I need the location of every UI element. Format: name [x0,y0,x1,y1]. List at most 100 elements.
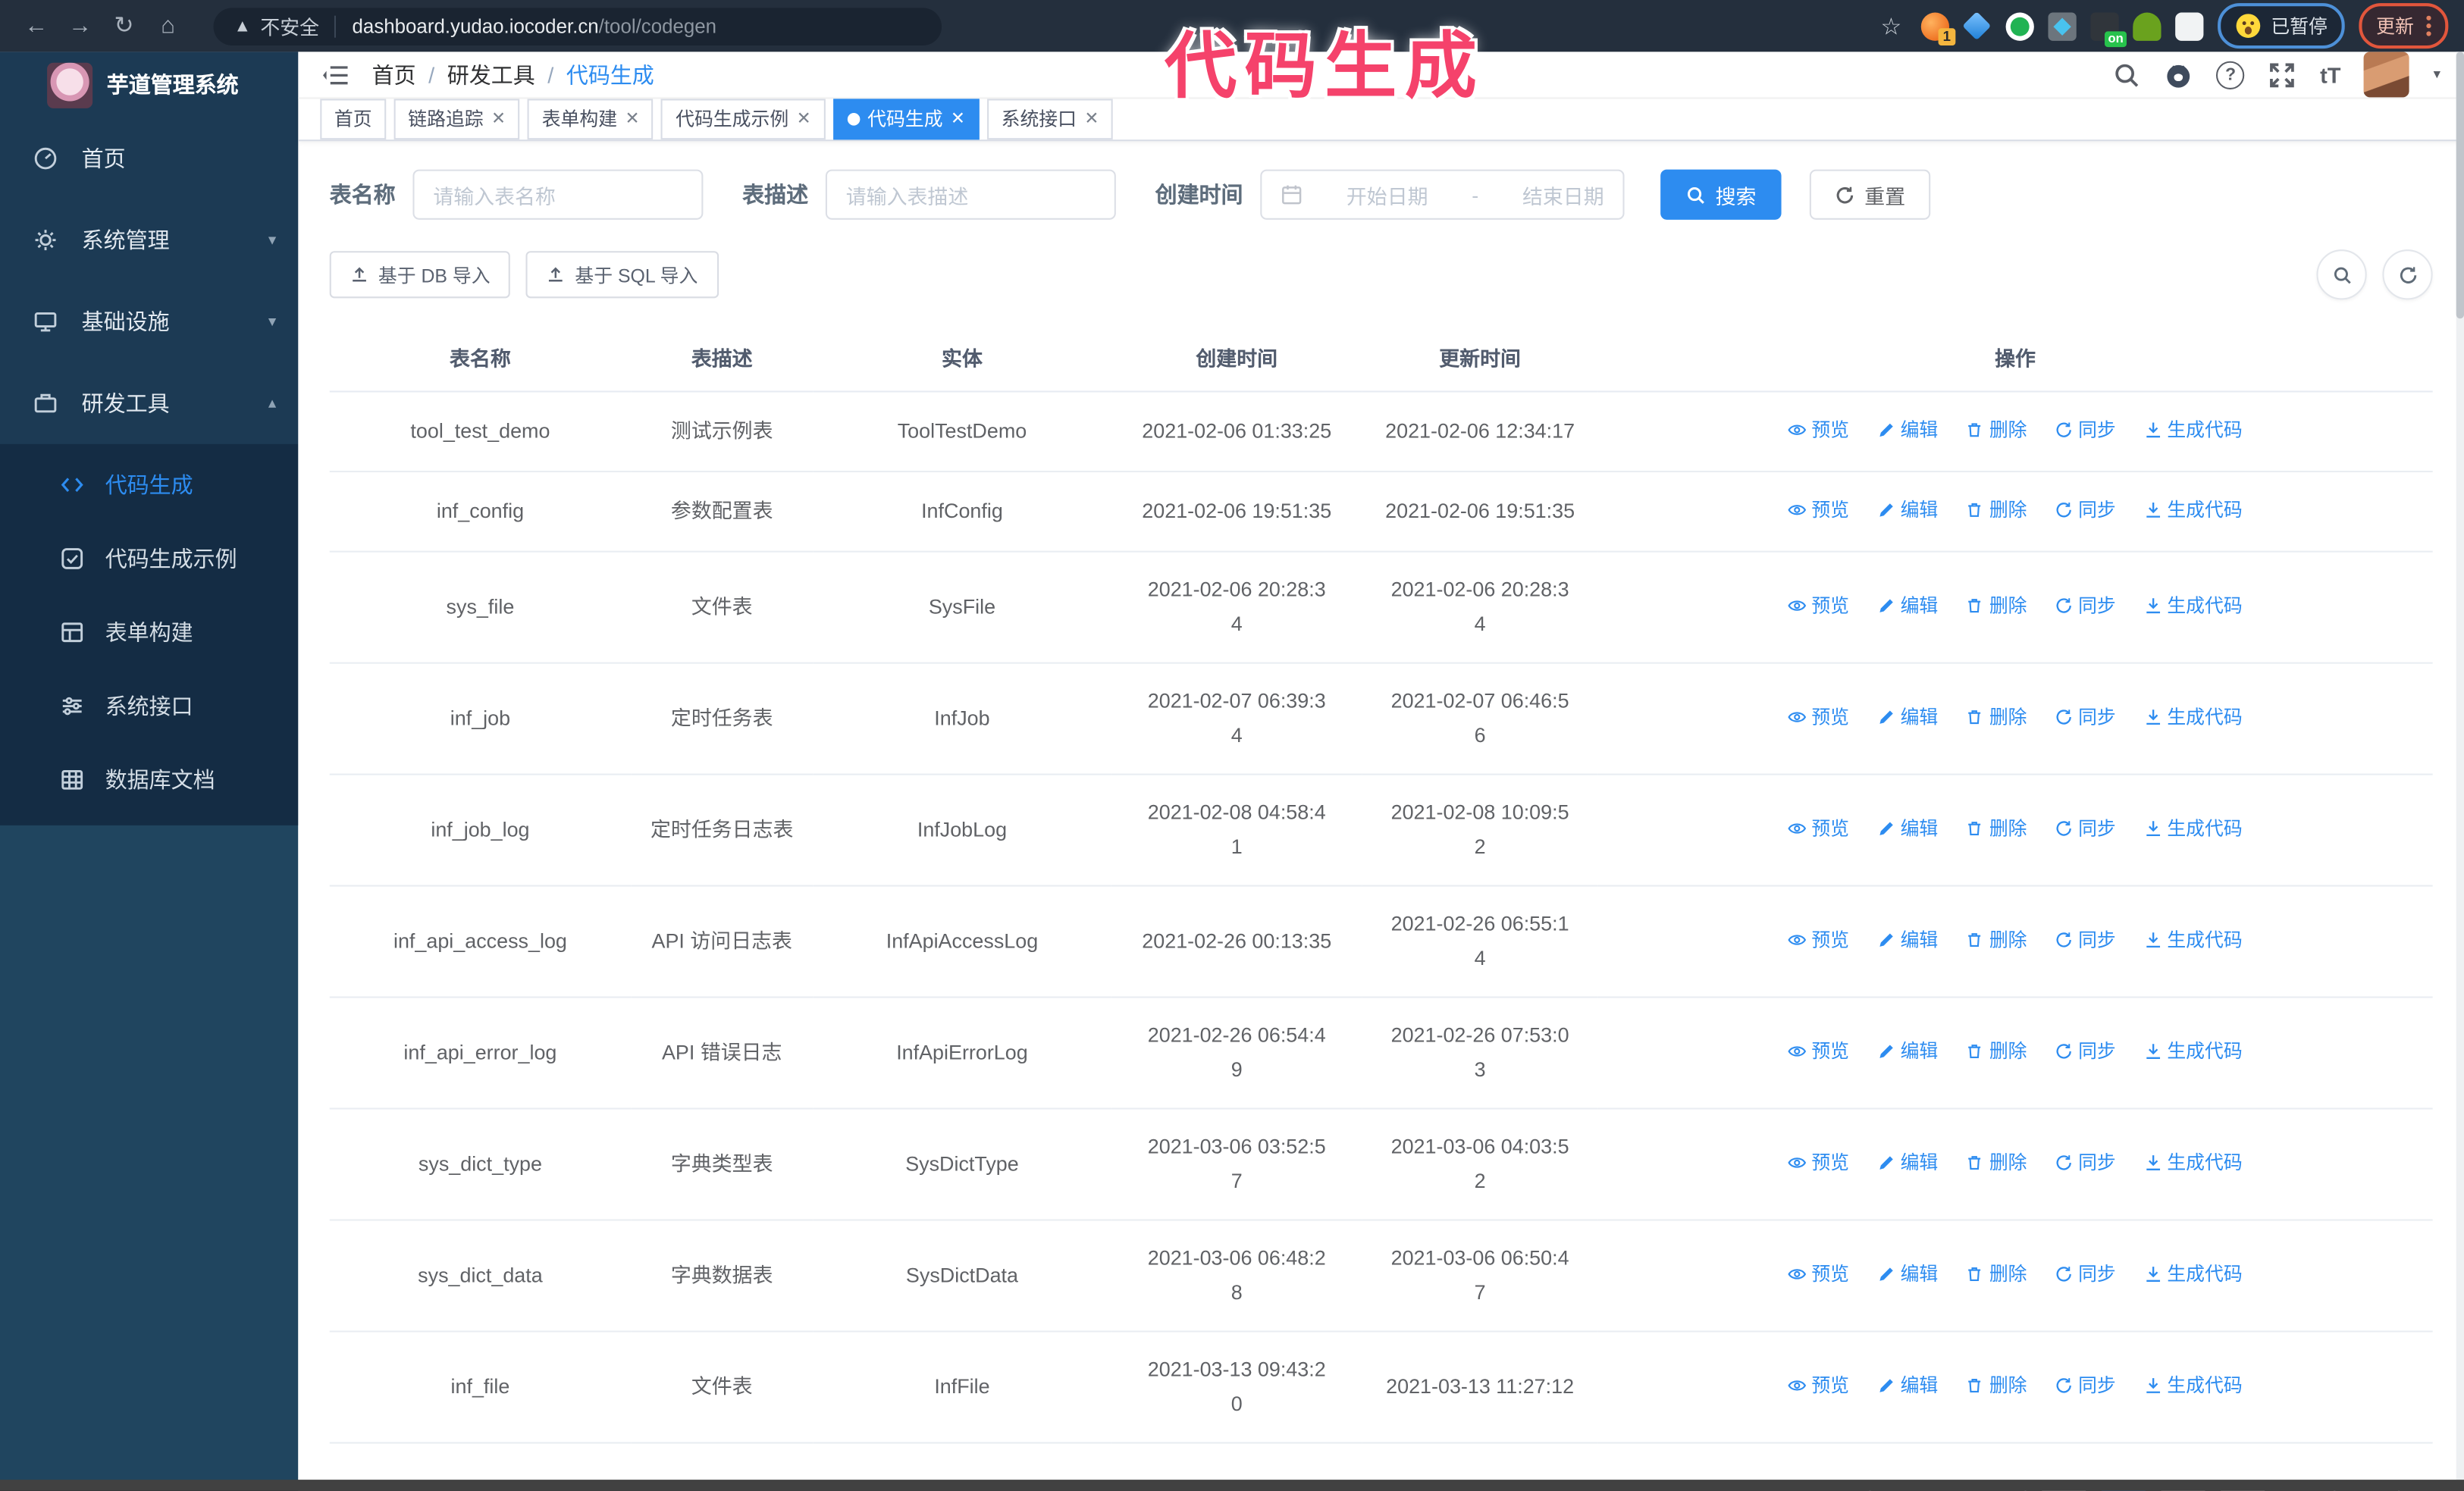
table-name-input[interactable]: 请输入表名称 [412,169,704,220]
avatar-caret-icon[interactable]: ▾ [2434,66,2440,83]
reset-button[interactable]: 重置 [1809,169,1931,220]
preview-link[interactable]: 预览 [1788,922,1849,957]
browser-back-button[interactable]: ← [16,5,57,46]
preview-link[interactable]: 预览 [1788,1257,1849,1292]
edit-link[interactable]: 编辑 [1877,412,1938,447]
sync-link[interactable]: 同步 [2055,1145,2116,1180]
url-bar[interactable]: ▲ 不安全 dashboard.yudao.iocoder.cn/tool/co… [213,7,942,45]
extension-key-icon[interactable] [2133,11,2161,40]
hamburger-toggle-icon[interactable] [321,62,350,87]
sync-link[interactable]: 同步 [2055,412,2116,447]
help-icon[interactable]: ? [2216,60,2245,89]
generate-code-link[interactable]: 生成代码 [2143,1368,2243,1403]
delete-link[interactable]: 删除 [1966,1034,2027,1069]
tab-tracing[interactable]: 链路追踪 ✕ [393,99,520,140]
sidebar-item-codegen[interactable]: 代码生成 [0,447,298,521]
edit-link[interactable]: 编辑 [1877,493,1938,528]
tab-codegen[interactable]: 代码生成 ✕ [832,99,980,140]
font-size-icon[interactable]: tT [2320,62,2340,87]
github-icon[interactable] [2165,61,2193,89]
delete-link[interactable]: 删除 [1966,412,2027,447]
preview-link[interactable]: 预览 [1788,1034,1849,1069]
sidebar-item-home[interactable]: 首页 [0,117,298,199]
sync-link[interactable]: 同步 [2055,1034,2116,1069]
edit-link[interactable]: 编辑 [1877,811,1938,846]
generate-code-link[interactable]: 生成代码 [2143,1034,2243,1069]
tab-codegen-example[interactable]: 代码生成示例 ✕ [661,99,826,140]
sidebar-item-infrastructure[interactable]: 基础设施 ▾ [0,281,298,363]
generate-code-link[interactable]: 生成代码 [2143,700,2243,735]
search-button[interactable]: 搜索 [1660,169,1782,220]
avatar[interactable] [2364,52,2410,98]
generate-code-link[interactable]: 生成代码 [2143,811,2243,846]
delete-link[interactable]: 删除 [1966,811,2027,846]
sync-link[interactable]: 同步 [2055,811,2116,846]
preview-link[interactable]: 预览 [1788,1145,1849,1180]
bookmark-star-icon[interactable]: ☆ [1876,12,1907,40]
delete-link[interactable]: 删除 [1966,493,2027,528]
preview-link[interactable]: 预览 [1788,412,1849,447]
toggle-search-button[interactable] [2316,249,2367,300]
table-desc-input[interactable]: 请输入表描述 [825,169,1116,220]
preview-link[interactable]: 预览 [1788,811,1849,846]
extension-switch-icon[interactable]: on [2090,11,2127,47]
preview-link[interactable]: 预览 [1788,588,1849,623]
generate-code-link[interactable]: 生成代码 [2143,412,2243,447]
tab-form-builder[interactable]: 表单构建 ✕ [528,99,654,140]
fullscreen-icon[interactable] [2268,61,2296,89]
extension-shield-icon[interactable] [2005,11,2034,40]
kebab-menu-icon[interactable] [2426,15,2431,36]
delete-link[interactable]: 删除 [1966,922,2027,957]
tab-close-icon[interactable]: ✕ [951,100,965,138]
delete-link[interactable]: 删除 [1966,700,2027,735]
delete-link[interactable]: 删除 [1966,1145,2027,1180]
edit-link[interactable]: 编辑 [1877,1034,1938,1069]
tab-close-icon[interactable]: ✕ [625,100,639,138]
browser-home-button[interactable]: ⌂ [148,5,189,46]
tab-system-api[interactable]: 系统接口 ✕ [986,99,1114,140]
generate-code-link[interactable]: 生成代码 [2143,1145,2243,1180]
paused-badge[interactable]: 已暂停 [2217,3,2345,49]
sync-link[interactable]: 同步 [2055,1368,2116,1403]
sync-link[interactable]: 同步 [2055,922,2116,957]
extension-panel-icon[interactable] [2048,11,2077,40]
edit-link[interactable]: 编辑 [1877,1145,1938,1180]
extension-gem-icon[interactable] [1962,11,1992,40]
generate-code-link[interactable]: 生成代码 [2143,493,2243,528]
edit-link[interactable]: 编辑 [1877,1368,1938,1403]
sidebar-item-system-api[interactable]: 系统接口 [0,669,298,742]
sidebar-item-devtools[interactable]: 研发工具 ▴ [0,362,298,444]
tab-close-icon[interactable]: ✕ [1084,100,1099,138]
sidebar-logo-row[interactable]: 芋道管理系统 [0,52,298,117]
breadcrumb-devtools[interactable]: 研发工具 [447,59,535,90]
delete-link[interactable]: 删除 [1966,1257,2027,1292]
sync-link[interactable]: 同步 [2055,588,2116,623]
edit-link[interactable]: 编辑 [1877,922,1938,957]
db-import-button[interactable]: 基于 DB 导入 [329,251,511,299]
sync-link[interactable]: 同步 [2055,493,2116,528]
browser-forward-button[interactable]: → [60,5,101,46]
edit-link[interactable]: 编辑 [1877,700,1938,735]
generate-code-link[interactable]: 生成代码 [2143,1257,2243,1292]
sql-import-button[interactable]: 基于 SQL 导入 [526,251,719,299]
refresh-table-button[interactable] [2382,249,2433,300]
sync-link[interactable]: 同步 [2055,700,2116,735]
delete-link[interactable]: 删除 [1966,588,2027,623]
generate-code-link[interactable]: 生成代码 [2143,922,2243,957]
generate-code-link[interactable]: 生成代码 [2143,588,2243,623]
tab-close-icon[interactable]: ✕ [797,100,811,138]
tab-close-icon[interactable]: ✕ [491,100,506,138]
edit-link[interactable]: 编辑 [1877,588,1938,623]
browser-reload-button[interactable]: ↻ [104,5,145,46]
date-range-picker[interactable]: 开始日期 - 结束日期 [1260,169,1625,220]
extensions-puzzle-icon[interactable] [2175,11,2204,40]
sidebar-item-form-builder[interactable]: 表单构建 [0,595,298,669]
sidebar-item-system[interactable]: 系统管理 ▾ [0,199,298,281]
sidebar-item-db-doc[interactable]: 数据库文档 [0,742,298,816]
sidebar-item-codegen-example[interactable]: 代码生成示例 [0,521,298,594]
extension-browser-icon[interactable]: 1 [1920,11,1956,45]
breadcrumb-home[interactable]: 首页 [372,59,416,90]
preview-link[interactable]: 预览 [1788,700,1849,735]
edit-link[interactable]: 编辑 [1877,1257,1938,1292]
update-button[interactable]: 更新 [2359,3,2449,49]
